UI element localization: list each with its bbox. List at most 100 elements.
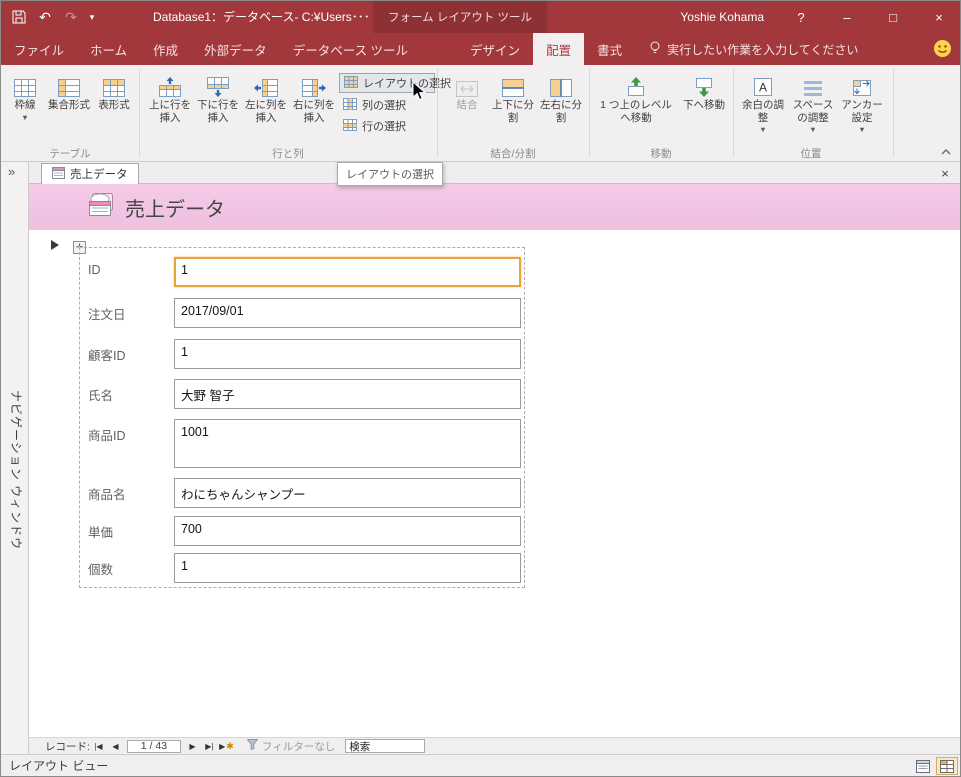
form-header: 売上データ — [29, 184, 960, 230]
next-record-icon[interactable]: ▶ — [185, 740, 200, 753]
document-close-icon[interactable]: × — [936, 164, 954, 182]
field-input[interactable]: わにちゃんシャンプー — [174, 478, 521, 508]
move-up-icon — [626, 71, 646, 97]
collapse-ribbon-icon[interactable] — [940, 143, 952, 161]
dropdown-caret-icon: ▼ — [858, 125, 866, 135]
form-layout-view: 売上データ ✛ ID 1 注文日 2017/09/01 顧客ID 1 氏名 大野 智子 商品ID… — [29, 184, 960, 737]
form-tab-icon — [52, 166, 65, 182]
layout-view-icon[interactable] — [936, 757, 958, 775]
tabular-layout-icon — [103, 71, 125, 97]
new-record-icon[interactable]: ▶ ✱ — [219, 740, 234, 753]
ribbon: 枠線 ▼ 集合形式 表形式 テーブル 上に行を挿入 下に行を挿入 左に列を挿入 … — [1, 65, 960, 162]
stacked-layout-button[interactable]: 集合形式 — [47, 68, 91, 146]
field-input[interactable]: 1 — [174, 339, 521, 369]
insert-row-above-button[interactable]: 上に行を挿入 — [147, 68, 193, 146]
move-down-icon — [694, 71, 714, 97]
field-label[interactable]: 商品名 — [88, 484, 126, 503]
group-separator — [589, 69, 590, 157]
field-input[interactable]: 2017/09/01 — [174, 298, 521, 328]
previous-record-icon[interactable]: ◀ — [108, 740, 123, 753]
tab-create[interactable]: 作成 — [140, 33, 191, 65]
minimize-button[interactable]: – — [824, 1, 870, 33]
select-layout-icon — [344, 75, 358, 91]
filter-status[interactable]: フィルターなし — [246, 739, 335, 754]
split-horizontally-icon — [550, 71, 572, 97]
qat-customize-icon[interactable]: ▾ — [85, 4, 99, 30]
gridlines-button[interactable]: 枠線 ▼ — [7, 68, 43, 146]
field-input[interactable]: 1 — [174, 257, 521, 287]
control-padding-button[interactable]: スペースの調整 ▼ — [789, 68, 837, 146]
field-label[interactable]: 単価 — [88, 522, 113, 541]
control-padding-icon — [803, 71, 823, 97]
field-label[interactable]: 個数 — [88, 559, 113, 578]
maximize-button[interactable]: □ — [870, 1, 916, 33]
first-record-icon[interactable]: |◀ — [91, 740, 106, 753]
form-title: 売上データ — [125, 198, 225, 221]
group-label-move: 移動 — [650, 148, 672, 160]
filter-funnel-icon — [246, 739, 259, 753]
gridlines-icon — [14, 71, 36, 97]
redo-icon[interactable]: ↷ — [59, 4, 83, 30]
document-tab-sales-data[interactable]: 売上データ — [41, 163, 139, 184]
tab-file[interactable]: ファイル — [1, 33, 77, 65]
select-row-button[interactable]: 行の選択 — [339, 116, 435, 136]
stacked-layout-selection[interactable]: ID 1 注文日 2017/09/01 顧客ID 1 氏名 大野 智子商品ID 1001 商品名 わ… — [79, 247, 525, 588]
contextual-tool-header: フォーム レイアウト ツール — [373, 1, 547, 33]
ribbon-tab-row: ファイル ホーム 作成 外部データ データベース ツール デザイン 配置 書式 … — [1, 33, 960, 65]
account-name[interactable]: Yoshie Kohama — [680, 1, 764, 33]
field-label[interactable]: 商品ID — [88, 425, 126, 444]
field-label[interactable]: ID — [88, 263, 101, 277]
quick-access-toolbar: ↶ ↷ ▾ — [7, 1, 99, 33]
record-position[interactable]: 1 / 43 — [126, 739, 181, 753]
insert-column-right-button[interactable]: 右に列を挿入 — [291, 68, 337, 146]
field-input[interactable]: 700 — [174, 516, 521, 546]
last-record-icon[interactable]: ▶| — [202, 740, 217, 753]
group-separator — [893, 69, 894, 157]
field-label[interactable]: 注文日 — [88, 304, 126, 323]
move-up-button[interactable]: 1 つ上のレベルへ移動 — [597, 68, 675, 146]
nav-pane-title[interactable]: ナビゲーション ウィンドウ — [8, 390, 25, 550]
tab-external-data[interactable]: 外部データ — [191, 33, 280, 65]
form-header-icon — [87, 192, 115, 223]
field-label[interactable]: 顧客ID — [88, 345, 126, 364]
group-separator — [437, 69, 438, 157]
insert-column-left-icon — [254, 71, 278, 97]
group-label-position: 位置 — [800, 148, 822, 160]
tab-format[interactable]: 書式 — [584, 33, 635, 65]
insert-row-below-button[interactable]: 下に行を挿入 — [195, 68, 241, 146]
dropdown-caret-icon: ▼ — [759, 125, 767, 135]
help-button[interactable]: ? — [778, 1, 824, 33]
control-margins-button[interactable]: A 余白の調整 ▼ — [741, 68, 785, 146]
field-input[interactable]: 1 — [174, 553, 521, 583]
title-bar: ↶ ↷ ▾ Database1：データベース- C:¥Users･･･ フォーム… — [1, 1, 960, 33]
split-vertically-button[interactable]: 上下に分割 — [491, 68, 535, 146]
expand-nav-pane-icon[interactable]: » — [8, 164, 15, 179]
move-down-button[interactable]: 下へ移動 — [679, 68, 729, 146]
feedback-smiley-icon[interactable] — [933, 39, 952, 63]
field-label[interactable]: 氏名 — [88, 385, 113, 404]
undo-icon[interactable]: ↶ — [33, 4, 57, 30]
window-controls: ? – □ × — [778, 1, 960, 33]
anchoring-button[interactable]: アンカー設定 ▼ — [841, 68, 883, 146]
tell-me-box[interactable]: 実行したい作業を入力してください — [649, 33, 858, 65]
tab-arrange[interactable]: 配置 — [533, 33, 585, 65]
close-button[interactable]: × — [916, 1, 960, 33]
merge-button[interactable]: 結合 — [447, 68, 487, 146]
field-input[interactable]: 大野 智子 — [174, 379, 521, 409]
merge-icon — [456, 71, 478, 97]
record-search-input[interactable] — [345, 739, 426, 753]
record-selector-arrow[interactable] — [51, 240, 59, 250]
field-input[interactable]: 1001 — [174, 419, 521, 468]
tab-design[interactable]: デザイン — [457, 33, 533, 65]
split-horizontally-button[interactable]: 左右に分割 — [539, 68, 583, 146]
group-separator — [733, 69, 734, 157]
tabular-layout-button[interactable]: 表形式 — [93, 68, 135, 146]
insert-column-left-button[interactable]: 左に列を挿入 — [243, 68, 289, 146]
tab-database-tools[interactable]: データベース ツール — [280, 33, 421, 65]
group-label-merge-split: 結合/分割 — [490, 148, 536, 160]
status-bar: レイアウト ビュー — [1, 754, 960, 776]
form-view-icon[interactable] — [912, 757, 934, 775]
view-status-text: レイアウト ビュー — [9, 759, 109, 773]
save-icon[interactable] — [7, 4, 31, 30]
tab-home[interactable]: ホーム — [77, 33, 140, 65]
